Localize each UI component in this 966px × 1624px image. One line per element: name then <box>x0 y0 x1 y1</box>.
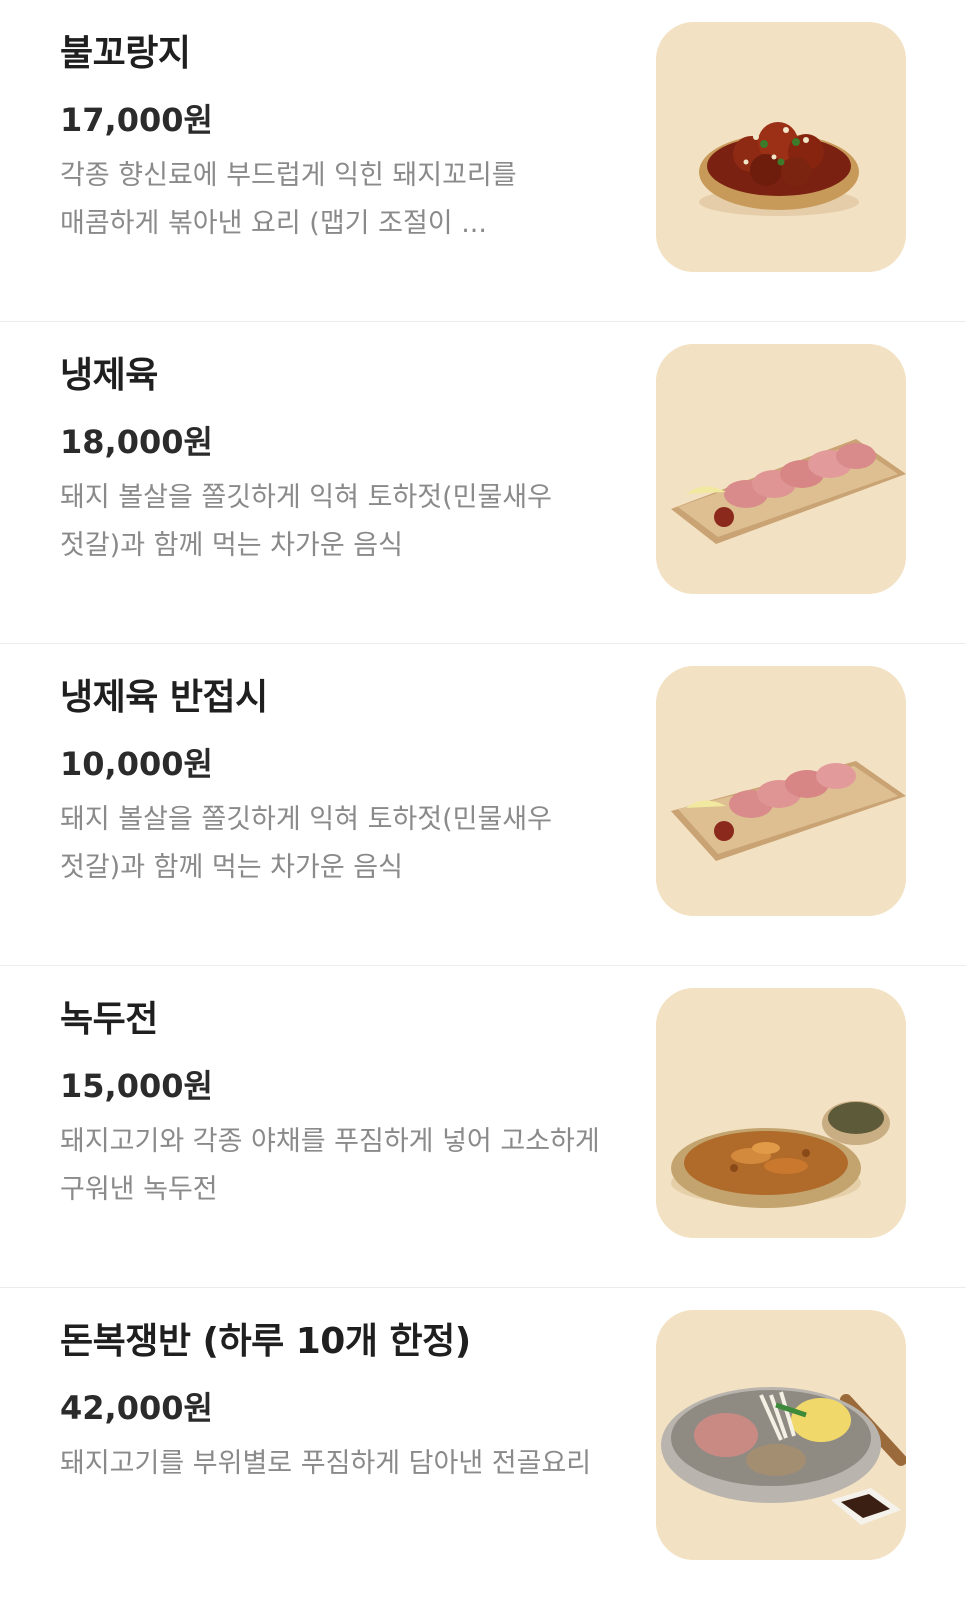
menu-item-naengjeyuk-half[interactable]: 냉제육 반접시 10,000원 돼지 볼살을 쫄깃하게 익혀 토하젓(민물새우 … <box>0 644 966 966</box>
menu-item-info: 냉제육 반접시 10,000원 돼지 볼살을 쫄깃하게 익혀 토하젓(민물새우 … <box>60 672 620 892</box>
menu-item-name: 냉제육 <box>60 355 158 396</box>
menu-item-naengjeyuk[interactable]: 냉제육 18,000원 돼지 볼살을 쫄깃하게 익혀 토하젓(민물새우 젓갈)과… <box>0 322 966 644</box>
menu-item-name: 냉제육 반접시 <box>60 677 268 718</box>
menu-item-price: 10,000원 <box>60 745 213 783</box>
menu-item-info: 냉제육 18,000원 돼지 볼살을 쫄깃하게 익혀 토하젓(민물새우 젓갈)과… <box>60 350 620 570</box>
menu-item-info: 녹두전 15,000원 돼지고기와 각종 야채를 푸짐하게 넣어 고소하게 구워… <box>60 994 620 1214</box>
menu-item-name: 돈복쟁반 (하루 10개 한정) <box>60 1321 471 1362</box>
menu-item-description: 돼지고기를 부위별로 푸짐하게 담아낸 전골요리 <box>60 1448 592 1479</box>
braised-pork-tail-dish-icon[interactable] <box>656 22 906 272</box>
menu-item-description: 각종 향신료에 부드럽게 익힌 돼지꼬리를 매콤하게 볶아낸 요리 (맵기 조절… <box>60 160 517 239</box>
menu-item-price: 15,000원 <box>60 1067 213 1105</box>
cold-sliced-pork-half-platter-icon[interactable] <box>656 666 906 916</box>
menu-item-price: 17,000원 <box>60 101 213 139</box>
menu-item-name: 녹두전 <box>60 999 158 1040</box>
menu-item-donbokjaengban[interactable]: 돈복쟁반 (하루 10개 한정) 42,000원 돼지고기를 부위별로 푸짐하게… <box>0 1288 966 1610</box>
menu-item-price: 42,000원 <box>60 1389 213 1427</box>
mung-bean-pancake-icon[interactable] <box>656 988 906 1238</box>
menu-item-price: 18,000원 <box>60 423 213 461</box>
menu-item-description: 돼지고기와 각종 야채를 푸짐하게 넣어 고소하게 구워낸 녹두전 <box>60 1126 600 1205</box>
menu-item-description: 돼지 볼살을 쫄깃하게 익혀 토하젓(민물새우 젓갈)과 함께 먹는 차가운 음… <box>60 482 552 561</box>
cold-sliced-pork-platter-icon[interactable] <box>656 344 906 594</box>
menu-item-name: 불꼬랑지 <box>60 33 191 74</box>
menu-item-bulkkorangji[interactable]: 불꼬랑지 17,000원 각종 향신료에 부드럽게 익힌 돼지꼬리를 매콤하게 … <box>0 0 966 322</box>
menu-item-info: 돈복쟁반 (하루 10개 한정) 42,000원 돼지고기를 부위별로 푸짐하게… <box>60 1316 620 1488</box>
menu-item-description: 돼지 볼살을 쫄깃하게 익혀 토하젓(민물새우 젓갈)과 함께 먹는 차가운 음… <box>60 804 552 883</box>
pork-hotpot-tray-icon[interactable] <box>656 1310 906 1560</box>
menu-list: 불꼬랑지 17,000원 각종 향신료에 부드럽게 익힌 돼지꼬리를 매콤하게 … <box>0 0 966 1610</box>
menu-item-info: 불꼬랑지 17,000원 각종 향신료에 부드럽게 익힌 돼지꼬리를 매콤하게 … <box>60 28 620 248</box>
menu-item-nokdujeon[interactable]: 녹두전 15,000원 돼지고기와 각종 야채를 푸짐하게 넣어 고소하게 구워… <box>0 966 966 1288</box>
